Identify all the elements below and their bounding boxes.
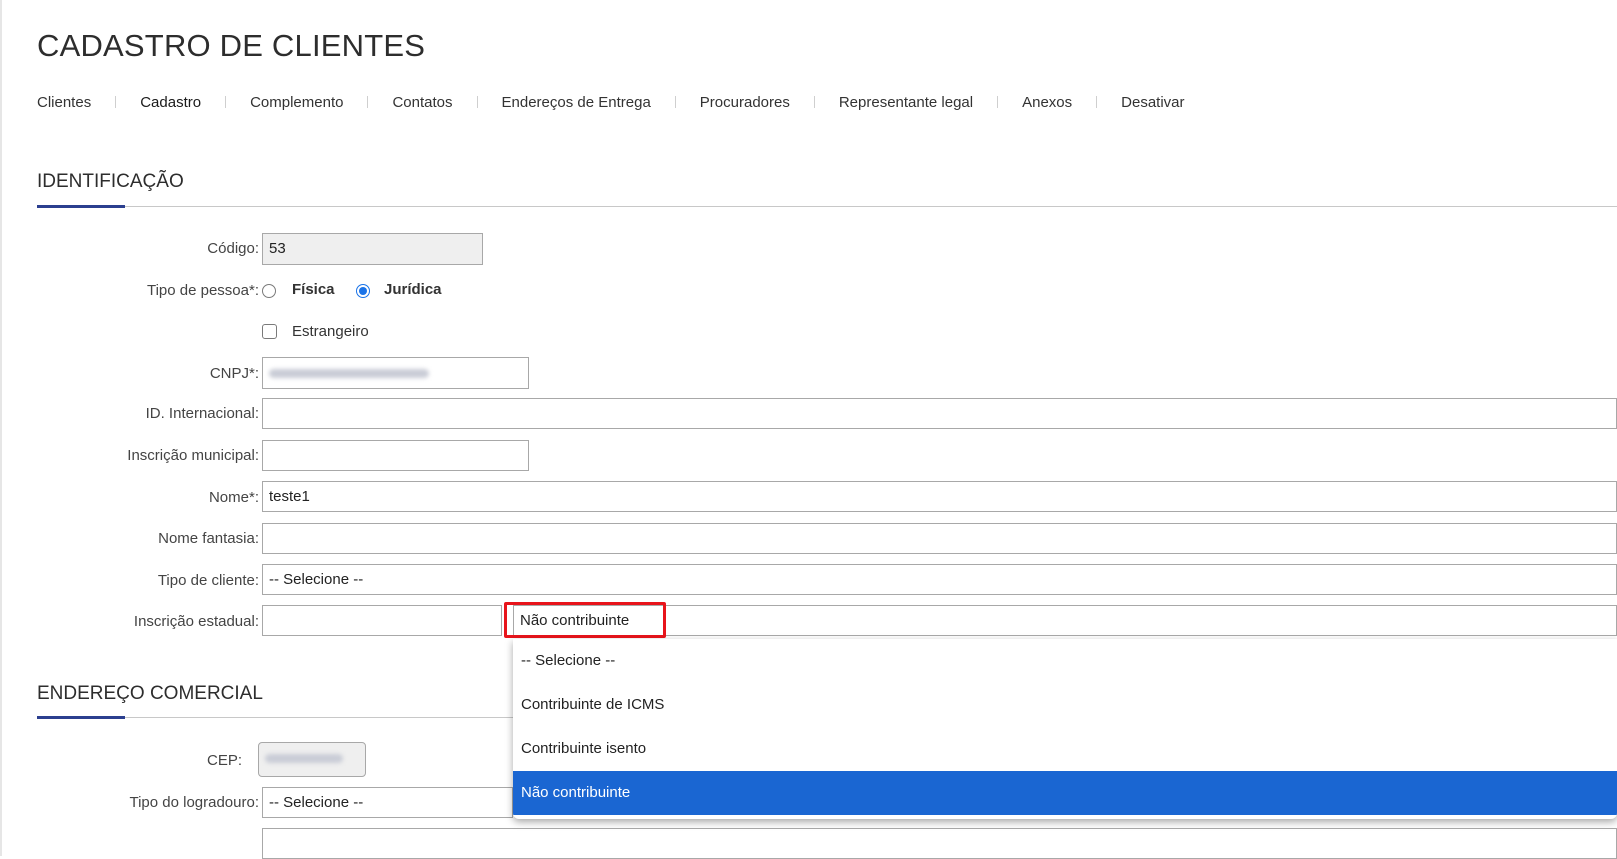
tab-separator xyxy=(476,96,478,108)
estrangeiro-label: Estrangeiro xyxy=(292,323,369,340)
dropdown-option-contribuinte-isento[interactable]: Contribuinte isento xyxy=(513,727,1617,771)
nome-input[interactable]: teste1 xyxy=(262,481,1617,512)
highlight-box xyxy=(504,602,666,638)
estrangeiro-checkbox[interactable] xyxy=(262,324,277,339)
radio-fisica[interactable] xyxy=(262,284,276,298)
contribuinte-select[interactable]: Não contribuinte xyxy=(513,605,1617,636)
id-internacional-label: ID. Internacional: xyxy=(145,405,259,422)
tab-procuradores[interactable]: Procuradores xyxy=(700,94,790,111)
inscricao-municipal-input[interactable] xyxy=(262,440,529,471)
dropdown-option-nao-contribuinte[interactable]: Não contribuinte xyxy=(513,771,1617,815)
tab-contatos[interactable]: Contatos xyxy=(392,94,452,111)
tab-separator xyxy=(997,96,999,108)
cnpj-input[interactable] xyxy=(262,357,529,389)
nome-value: teste1 xyxy=(269,488,310,505)
tab-desativar[interactable]: Desativar xyxy=(1121,94,1184,111)
tipo-logradouro-select[interactable]: -- Selecione -- xyxy=(262,787,513,818)
dropdown-option-contribuinte-icms[interactable]: Contribuinte de ICMS xyxy=(513,683,1617,727)
nome-label: Nome*: xyxy=(208,489,259,506)
nome-fantasia-label: Nome fantasia: xyxy=(158,530,259,547)
logradouro-input[interactable] xyxy=(262,828,1617,859)
section-divider-accent xyxy=(37,205,125,208)
cep-input[interactable] xyxy=(258,742,366,777)
dropdown-option-selecione[interactable]: -- Selecione -- xyxy=(513,639,1617,683)
tab-representante-legal[interactable]: Representante legal xyxy=(839,94,973,111)
inscricao-municipal-label: Inscrição municipal: xyxy=(127,447,259,464)
tipo-cliente-select[interactable]: -- Selecione -- xyxy=(262,564,1617,595)
cep-redacted-value xyxy=(265,754,343,763)
page-left-border xyxy=(0,0,2,856)
codigo-value: 53 xyxy=(269,240,286,257)
tab-enderecos-entrega[interactable]: Endereços de Entrega xyxy=(502,94,651,111)
section-title-endereco: ENDEREÇO COMERCIAL xyxy=(37,683,263,704)
cnpj-redacted-value xyxy=(269,369,429,378)
tab-separator xyxy=(813,96,815,108)
codigo-field: 53 xyxy=(262,233,483,265)
tab-anexos[interactable]: Anexos xyxy=(1022,94,1072,111)
tab-separator xyxy=(367,96,369,108)
cep-label: CEP: xyxy=(206,752,242,769)
page-title: CADASTRO DE CLIENTES xyxy=(37,28,426,63)
tipo-cliente-value: -- Selecione -- xyxy=(269,571,364,588)
radio-juridica[interactable] xyxy=(356,284,370,298)
tab-separator xyxy=(674,96,676,108)
tab-clientes[interactable]: Clientes xyxy=(37,94,91,111)
id-internacional-input[interactable] xyxy=(262,398,1617,429)
tab-separator xyxy=(115,96,117,108)
tab-complemento[interactable]: Complemento xyxy=(250,94,343,111)
tipo-logradouro-label: Tipo do logradouro: xyxy=(129,794,259,811)
tipo-cliente-label: Tipo de cliente: xyxy=(157,572,259,589)
tab-bar: Clientes Cadastro Complemento Contatos E… xyxy=(37,92,1185,112)
codigo-label: Código: xyxy=(207,240,259,257)
nome-fantasia-input[interactable] xyxy=(262,523,1617,554)
section-divider xyxy=(37,206,1617,207)
inscricao-estadual-input[interactable] xyxy=(262,605,502,636)
tab-cadastro[interactable]: Cadastro xyxy=(140,94,201,111)
tab-separator xyxy=(1096,96,1098,108)
tipo-pessoa-label: Tipo de pessoa*: xyxy=(146,282,259,299)
inscricao-estadual-label: Inscrição estadual: xyxy=(133,613,259,630)
tipo-logradouro-value: -- Selecione -- xyxy=(269,794,364,811)
radio-juridica-label: Jurídica xyxy=(384,281,442,298)
contribuinte-dropdown-list: -- Selecione -- Contribuinte de ICMS Con… xyxy=(513,639,1617,819)
radio-fisica-label: Física xyxy=(292,281,335,298)
section-title-identificacao: IDENTIFICAÇÃO xyxy=(37,171,184,192)
cnpj-label: CNPJ*: xyxy=(209,365,259,382)
tab-separator xyxy=(225,96,227,108)
section-divider-accent xyxy=(37,716,125,719)
